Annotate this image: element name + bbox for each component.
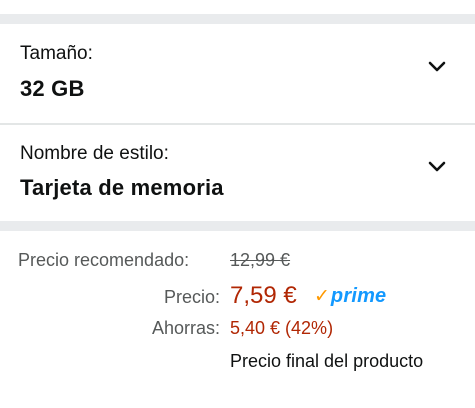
size-label: Tamaño: xyxy=(20,43,93,64)
chevron-down-icon[interactable] xyxy=(427,160,447,174)
size-selector[interactable]: Tamaño: 32 GB xyxy=(0,24,475,123)
recommended-price-label: Precio recomendado: xyxy=(18,250,190,270)
price-label: Precio: xyxy=(163,287,220,307)
prime-badge: ✓ prime xyxy=(314,285,386,308)
final-price-note: Precio final del producto xyxy=(230,351,424,371)
top-separator xyxy=(0,0,475,24)
prime-label: prime xyxy=(330,285,387,307)
savings-label: Ahorras: xyxy=(151,318,220,338)
style-value: Tarjeta de memoria xyxy=(20,175,224,200)
style-label: Nombre de estilo: xyxy=(20,143,169,164)
section-separator xyxy=(0,221,475,231)
style-selector[interactable]: Nombre de estilo: Tarjeta de memoria xyxy=(0,125,475,221)
savings-value: 5,40 € (42%) xyxy=(230,318,334,338)
chevron-down-icon[interactable] xyxy=(427,60,447,74)
prime-check-icon: ✓ xyxy=(314,286,330,307)
price-block: Precio recomendado: 12,99 € Precio: 7,59… xyxy=(0,231,475,408)
recommended-price-value: 12,99 € xyxy=(230,250,291,270)
size-value: 32 GB xyxy=(20,76,85,101)
price-value: 7,59 € xyxy=(230,282,297,309)
